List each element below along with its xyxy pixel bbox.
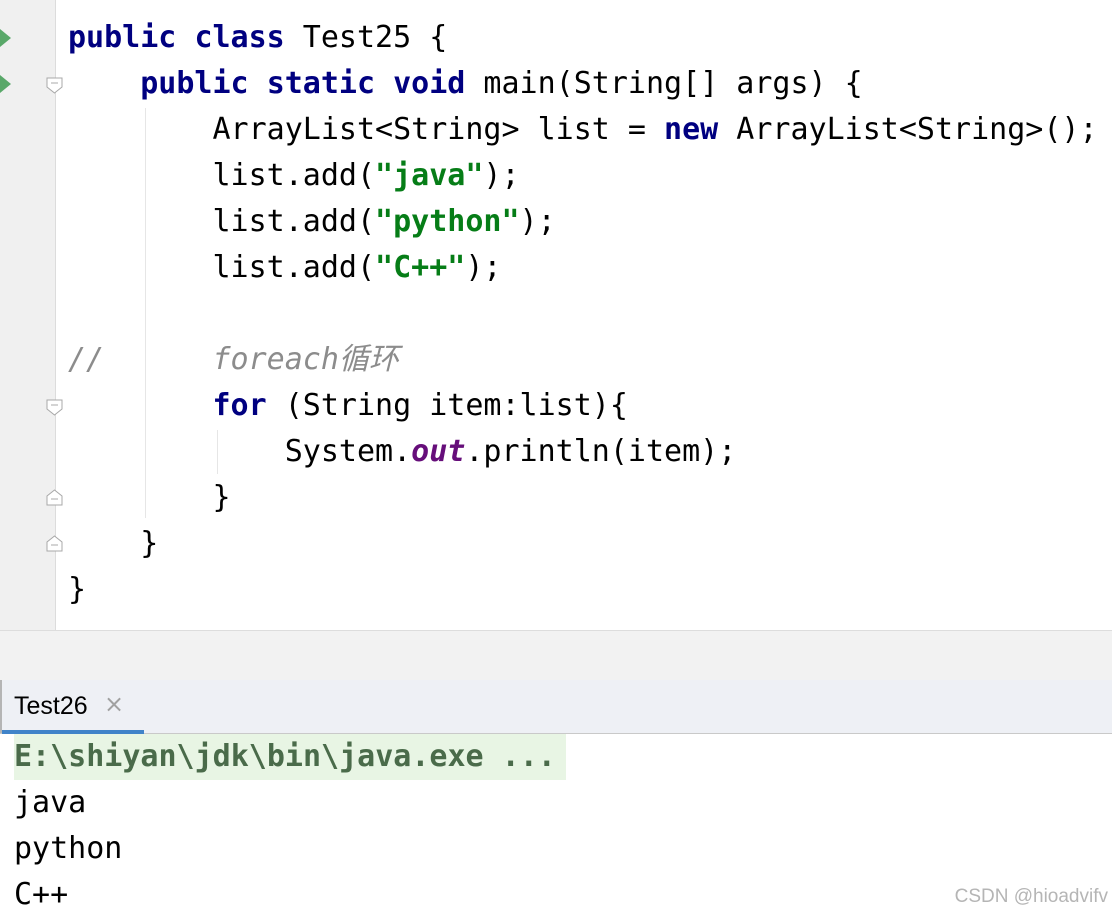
code-token: ); [483,158,520,193]
keyword-token: public [140,66,249,101]
keyword-token: static [266,66,376,101]
code-line-class: public class Test25 { [68,15,1098,61]
panel-splitter[interactable] [0,630,1112,681]
code-line-close-for: } [68,475,1098,521]
code-token: .println(item); [465,434,737,469]
code-line-add-cpp: list.add("C++"); [68,245,1098,291]
run-tab-test26[interactable]: Test26 × [0,680,144,734]
console-line: E:\shiyan\jdk\bin\java.exe ... [14,734,566,780]
tab-label: Test26 [14,692,88,720]
keyword-token: class [194,20,285,55]
code-line-add-java: list.add("java"); [68,153,1098,199]
code-editor[interactable]: public class Test25 { public static void… [0,0,1112,630]
code-token: ); [519,204,556,239]
run-class-icon[interactable] [0,29,11,47]
code-token: list.add( [68,158,376,193]
code-line-add-python: list.add("python"); [68,199,1098,245]
code-token: } [68,572,87,607]
code-token: System. [68,434,412,469]
code-token: list.add( [68,250,376,285]
code-line-comment: // foreach循环 [68,337,1098,383]
static-field-token: out [411,434,466,469]
code-line-println: System.out.println(item); [68,429,1098,475]
fold-marker-icon[interactable] [46,399,63,416]
code-token: ); [465,250,502,285]
fold-end-icon[interactable] [46,535,63,552]
keyword-token: for [212,388,267,423]
keyword-token: public [68,20,177,55]
code-lines: public class Test25 { public static void… [68,15,1098,613]
console-output-line: C++ [14,877,69,912]
watermark: CSDN @hioadvifv [954,886,1108,907]
code-token: main(String[] args) { [465,66,863,101]
code-line-for: for (String item:list){ [68,383,1098,429]
keyword-token: new [664,112,719,147]
console-output-line: java [14,785,87,820]
code-token: ArrayList<String>(); [718,112,1098,147]
code-line-close-main: } [68,521,1098,567]
string-token: "python" [375,204,520,239]
console-output-line: python [14,831,123,866]
code-line-close-class: } [68,567,1098,613]
comment-token: // foreach循环 [68,342,399,377]
code-token: (String item:list){ [266,388,628,423]
run-tool-window-header: Test26 × [0,680,1112,734]
fold-marker-icon[interactable] [46,77,63,94]
code-line-main: public static void main(String[] args) { [68,61,1098,107]
code-token: ArrayList<String> list = [68,112,665,147]
fold-end-icon[interactable] [46,489,63,506]
code-token: } [68,480,231,515]
code-line-list-decl: ArrayList<String> list = new ArrayList<S… [68,107,1098,153]
keyword-token: void [393,66,466,101]
string-token: "java" [375,158,484,193]
string-token: "C++" [375,250,466,285]
code-token: Test25 { [284,20,448,55]
code-token: } [68,526,159,561]
run-console[interactable]: E:\shiyan\jdk\bin\java.exe ... java pyth… [14,734,566,918]
console-command-line: E:\shiyan\jdk\bin\java.exe ... [14,734,566,780]
run-main-icon[interactable] [0,75,11,93]
code-token: list.add( [68,204,376,239]
close-icon[interactable]: × [104,690,124,718]
